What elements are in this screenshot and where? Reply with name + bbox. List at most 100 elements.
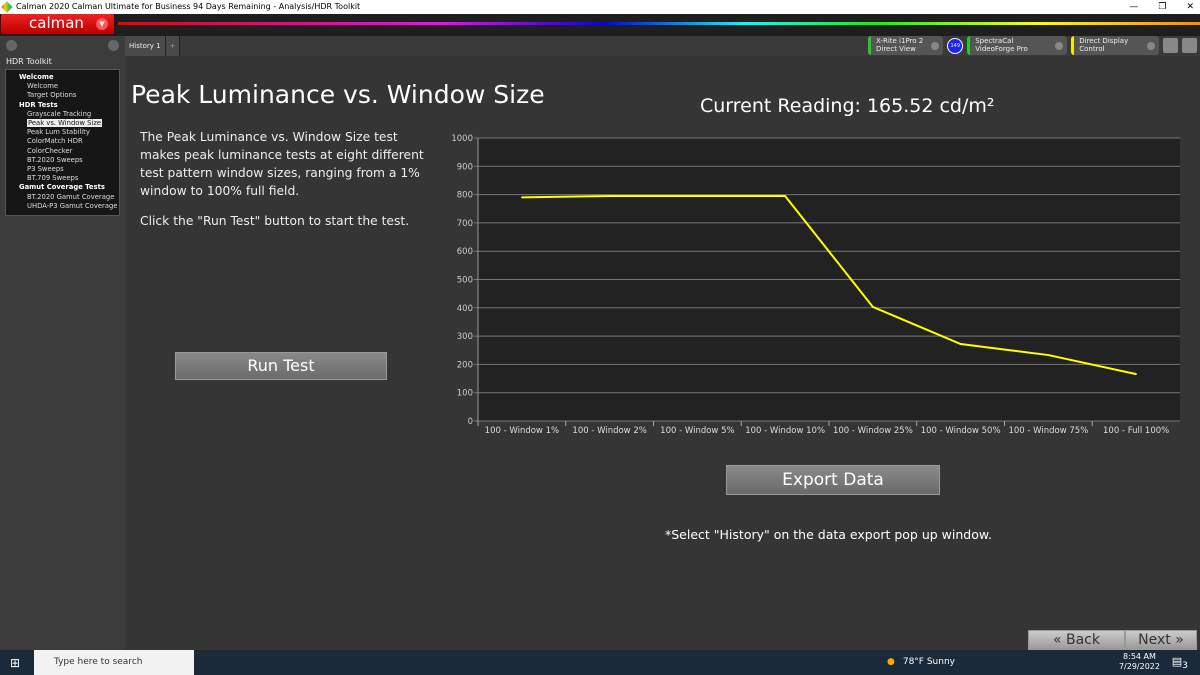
next-button[interactable]: Next » xyxy=(1125,630,1197,650)
chevron-down-icon xyxy=(1147,42,1156,50)
tree-item[interactable]: Grayscale Tracking xyxy=(6,110,119,119)
tree-item-label: Peak vs. Window Size xyxy=(27,119,103,128)
display-name: Direct Display Control xyxy=(1079,37,1129,53)
source-name: SpectraCal VideoForge Pro xyxy=(975,37,1028,53)
workflow-tree: Welcome Welcome Target Options HDR Tests Gra… xyxy=(5,69,120,217)
tree-item-label: BT.2020 Sweeps xyxy=(27,155,83,164)
tree-item-label: ColorMatch HDR xyxy=(27,137,83,146)
y-tick-label: 400 xyxy=(457,304,473,314)
y-tick-label: 1000 xyxy=(451,134,473,144)
history-tabs: History 1 + xyxy=(125,36,180,56)
data-point xyxy=(608,195,611,197)
tree-group[interactable]: Welcome xyxy=(6,73,119,82)
app-icon xyxy=(1,1,13,13)
x-tick-label: 100 - Window 25% xyxy=(833,426,913,436)
tree-item[interactable]: BT.2020 Gamut Coverage xyxy=(6,193,119,202)
export-data-button[interactable]: Export Data xyxy=(726,465,940,495)
taskbar-search[interactable]: Type here to search xyxy=(34,650,194,675)
tree-item[interactable]: BT.2020 Sweeps xyxy=(6,156,119,165)
y-tick-label: 800 xyxy=(457,191,473,201)
display-selector[interactable]: Direct Display Control xyxy=(1071,36,1160,55)
tree-item-label: BT.709 Sweeps xyxy=(27,174,79,183)
minimize-icon[interactable]: — xyxy=(1129,0,1138,14)
tree-item-label: ColorChecker xyxy=(27,146,73,155)
y-tick-label: 700 xyxy=(457,219,473,229)
source-selector[interactable]: SpectraCal VideoForge Pro xyxy=(967,36,1068,55)
tree-item-label: HDR Tests xyxy=(19,100,58,109)
tree-item-label: Welcome xyxy=(27,82,59,91)
tree-item[interactable]: ColorMatch HDR xyxy=(6,137,119,146)
title-bar: Calman 2020 Calman Ultimate for Business… xyxy=(0,0,1200,14)
taskbar: ⊞ Type here to search ● 78°F Sunny 8:54 A… xyxy=(0,650,1200,675)
tree-group[interactable]: HDR Tests xyxy=(6,101,119,110)
y-tick-label: 100 xyxy=(457,389,473,399)
tree-item[interactable]: UHDA-P3 Gamut Coverage xyxy=(6,202,119,211)
tree-item[interactable]: BT.709 Sweeps xyxy=(6,174,119,183)
weather-text[interactable]: 78°F Sunny xyxy=(903,650,955,675)
back-button[interactable]: « Back xyxy=(1028,630,1125,650)
sidebar: HDR Toolkit Welcome Welcome Target Options… xyxy=(0,36,125,650)
settings-gear-icon[interactable] xyxy=(1163,38,1179,53)
date: 7/29/2022 xyxy=(1118,662,1160,671)
x-tick-label: 100 - Window 75% xyxy=(1008,426,1088,436)
luminance-chart: 0 100 200 300 400 500 600 700 800 900 1000 100 - Wi… xyxy=(451,134,1180,436)
tree-item-label: BT.2020 Gamut Coverage xyxy=(27,192,115,201)
tree-item[interactable]: P3 Sweeps xyxy=(6,165,119,174)
sidebar-title: HDR Toolkit xyxy=(6,57,52,66)
logo-text: calman xyxy=(29,14,84,32)
y-tick-label: 900 xyxy=(457,162,473,172)
time: 8:54 AM xyxy=(1123,652,1156,661)
back-label: Back xyxy=(1066,632,1100,648)
home-icon[interactable] xyxy=(6,40,17,51)
tree-item[interactable]: ColorChecker xyxy=(6,147,119,156)
meter-badge[interactable]: 149 xyxy=(947,38,964,54)
weather-icon: ● xyxy=(886,657,895,667)
data-point xyxy=(521,196,523,199)
calman-menu-button[interactable]: calman ▼ xyxy=(1,14,114,34)
x-tick-label: 100 - Full 100% xyxy=(1103,426,1169,436)
notification-count: 3 xyxy=(1182,660,1188,672)
x-tick-label: 100 - Window 5% xyxy=(660,426,734,436)
tree-item-label: Grayscale Tracking xyxy=(27,109,92,118)
x-tick-label: 100 - Window 50% xyxy=(921,426,1001,436)
collapse-panel-icon[interactable] xyxy=(1182,38,1198,53)
tree-item[interactable]: Welcome xyxy=(6,82,119,91)
y-tick-label: 0 xyxy=(468,417,473,427)
collapse-sidebar-icon[interactable] xyxy=(108,40,119,51)
x-tick-label: 100 - Window 1% xyxy=(485,426,559,436)
close-icon[interactable]: ✕ xyxy=(1186,0,1194,14)
restore-icon[interactable]: ❐ xyxy=(1158,0,1166,14)
meter-name: X-Rite i1Pro 2 xyxy=(876,37,924,45)
tree-item[interactable]: Peak Lum Stability xyxy=(6,128,119,137)
clock[interactable]: 8:54 AM 7/29/2022 xyxy=(1119,652,1160,672)
windows-start-icon[interactable]: ⊞ xyxy=(10,656,20,670)
x-tick-label: 100 - Window 2% xyxy=(572,426,646,436)
data-point xyxy=(959,343,962,345)
window-title: Calman 2020 Calman Ultimate for Business… xyxy=(16,2,361,11)
add-tab-button[interactable]: + xyxy=(165,36,180,56)
next-label: Next xyxy=(1138,632,1171,648)
search-placeholder: Type here to search xyxy=(54,657,143,667)
y-tick-label: 300 xyxy=(457,332,473,342)
data-point xyxy=(1047,354,1050,356)
tree-item[interactable]: Target Options xyxy=(6,91,119,100)
tree-item-label: Gamut Coverage Tests xyxy=(19,183,105,192)
tab-history-1[interactable]: History 1 xyxy=(125,36,166,56)
chevron-down-icon: ▼ xyxy=(96,18,108,30)
export-note: *Select "History" on the data export pop… xyxy=(665,527,992,542)
data-point xyxy=(1135,373,1137,375)
tree-item-label: Peak Lum Stability xyxy=(27,128,90,137)
notifications-icon[interactable]: ▤3 xyxy=(1172,655,1188,671)
y-tick-label: 200 xyxy=(457,360,473,370)
data-point xyxy=(784,195,786,197)
main-panel: Peak Luminance vs. Window Size Current R… xyxy=(125,56,1200,650)
y-tick-label: 500 xyxy=(457,276,473,286)
tree-item[interactable]: Peak vs. Window Size xyxy=(6,119,119,128)
rainbow-divider xyxy=(118,22,1200,25)
tree-item-label: P3 Sweeps xyxy=(27,165,64,174)
y-tick-label: 600 xyxy=(457,247,473,257)
meter-selector[interactable]: X-Rite i1Pro 2 Direct View xyxy=(868,36,944,55)
data-point xyxy=(872,306,874,308)
tree-group[interactable]: Gamut Coverage Tests xyxy=(6,183,119,192)
data-point xyxy=(696,195,699,197)
